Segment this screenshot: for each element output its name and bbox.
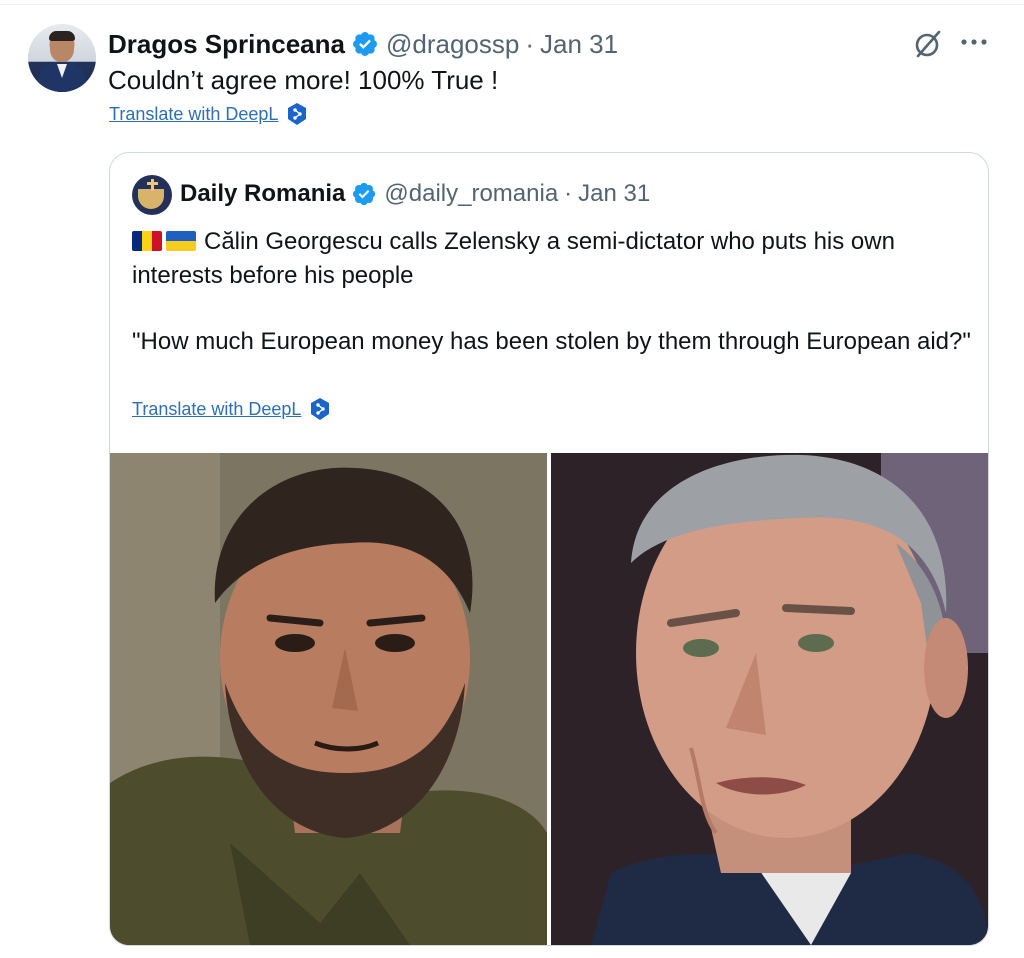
- translate-label[interactable]: Translate with DeepL: [109, 104, 278, 125]
- quoted-tweet-text: Călin Georgescu calls Zelensky a semi-di…: [132, 225, 982, 293]
- author-handle[interactable]: @dragossp: [386, 28, 519, 60]
- photo-georgescu[interactable]: [551, 453, 988, 945]
- separator-dot: ·: [525, 29, 535, 59]
- author-name[interactable]: Dragos Sprinceana: [108, 28, 345, 60]
- more-icon[interactable]: [958, 28, 990, 60]
- portrait-left: [110, 453, 547, 945]
- media-grid: [110, 453, 988, 945]
- quoted-tweet-quote: "How much European money has been stolen…: [132, 328, 971, 355]
- verified-badge-icon: [353, 32, 377, 56]
- tweet-date[interactable]: Jan 31: [540, 28, 618, 60]
- translate-button[interactable]: Translate with DeepL: [109, 102, 308, 126]
- quoted-tweet-card[interactable]: Daily Romania @daily_romania · Jan 31 Că…: [109, 152, 989, 946]
- verified-badge-icon: [353, 182, 376, 206]
- quoted-tweet-header: Daily Romania @daily_romania · Jan 31: [180, 179, 650, 209]
- author-avatar[interactable]: [28, 24, 96, 92]
- quoted-author-handle[interactable]: @daily_romania: [384, 179, 558, 209]
- quoted-translate-label[interactable]: Translate with DeepL: [132, 399, 301, 420]
- photo-zelensky[interactable]: [110, 453, 547, 945]
- separator-dot: ·: [564, 180, 573, 207]
- quoted-author-avatar[interactable]: [132, 175, 172, 215]
- deepl-icon: [311, 398, 330, 420]
- tweet-header: Dragos Sprinceana @dragossp · Jan 31: [108, 28, 618, 60]
- portrait-right: [551, 453, 988, 945]
- grok-icon[interactable]: [912, 28, 944, 60]
- ukraine-flag-icon: [166, 231, 196, 251]
- quoted-translate-button[interactable]: Translate with DeepL: [132, 397, 331, 421]
- quoted-tweet-date[interactable]: Jan 31: [578, 179, 650, 209]
- top-divider: [0, 0, 1024, 5]
- quoted-author-name[interactable]: Daily Romania: [180, 179, 345, 209]
- romania-flag-icon: [132, 231, 162, 251]
- quoted-text-line1: Călin Georgescu calls Zelensky a semi-di…: [132, 228, 895, 289]
- deepl-icon: [288, 103, 307, 125]
- tweet-text: Couldn’t agree more! 100% True !: [108, 65, 499, 95]
